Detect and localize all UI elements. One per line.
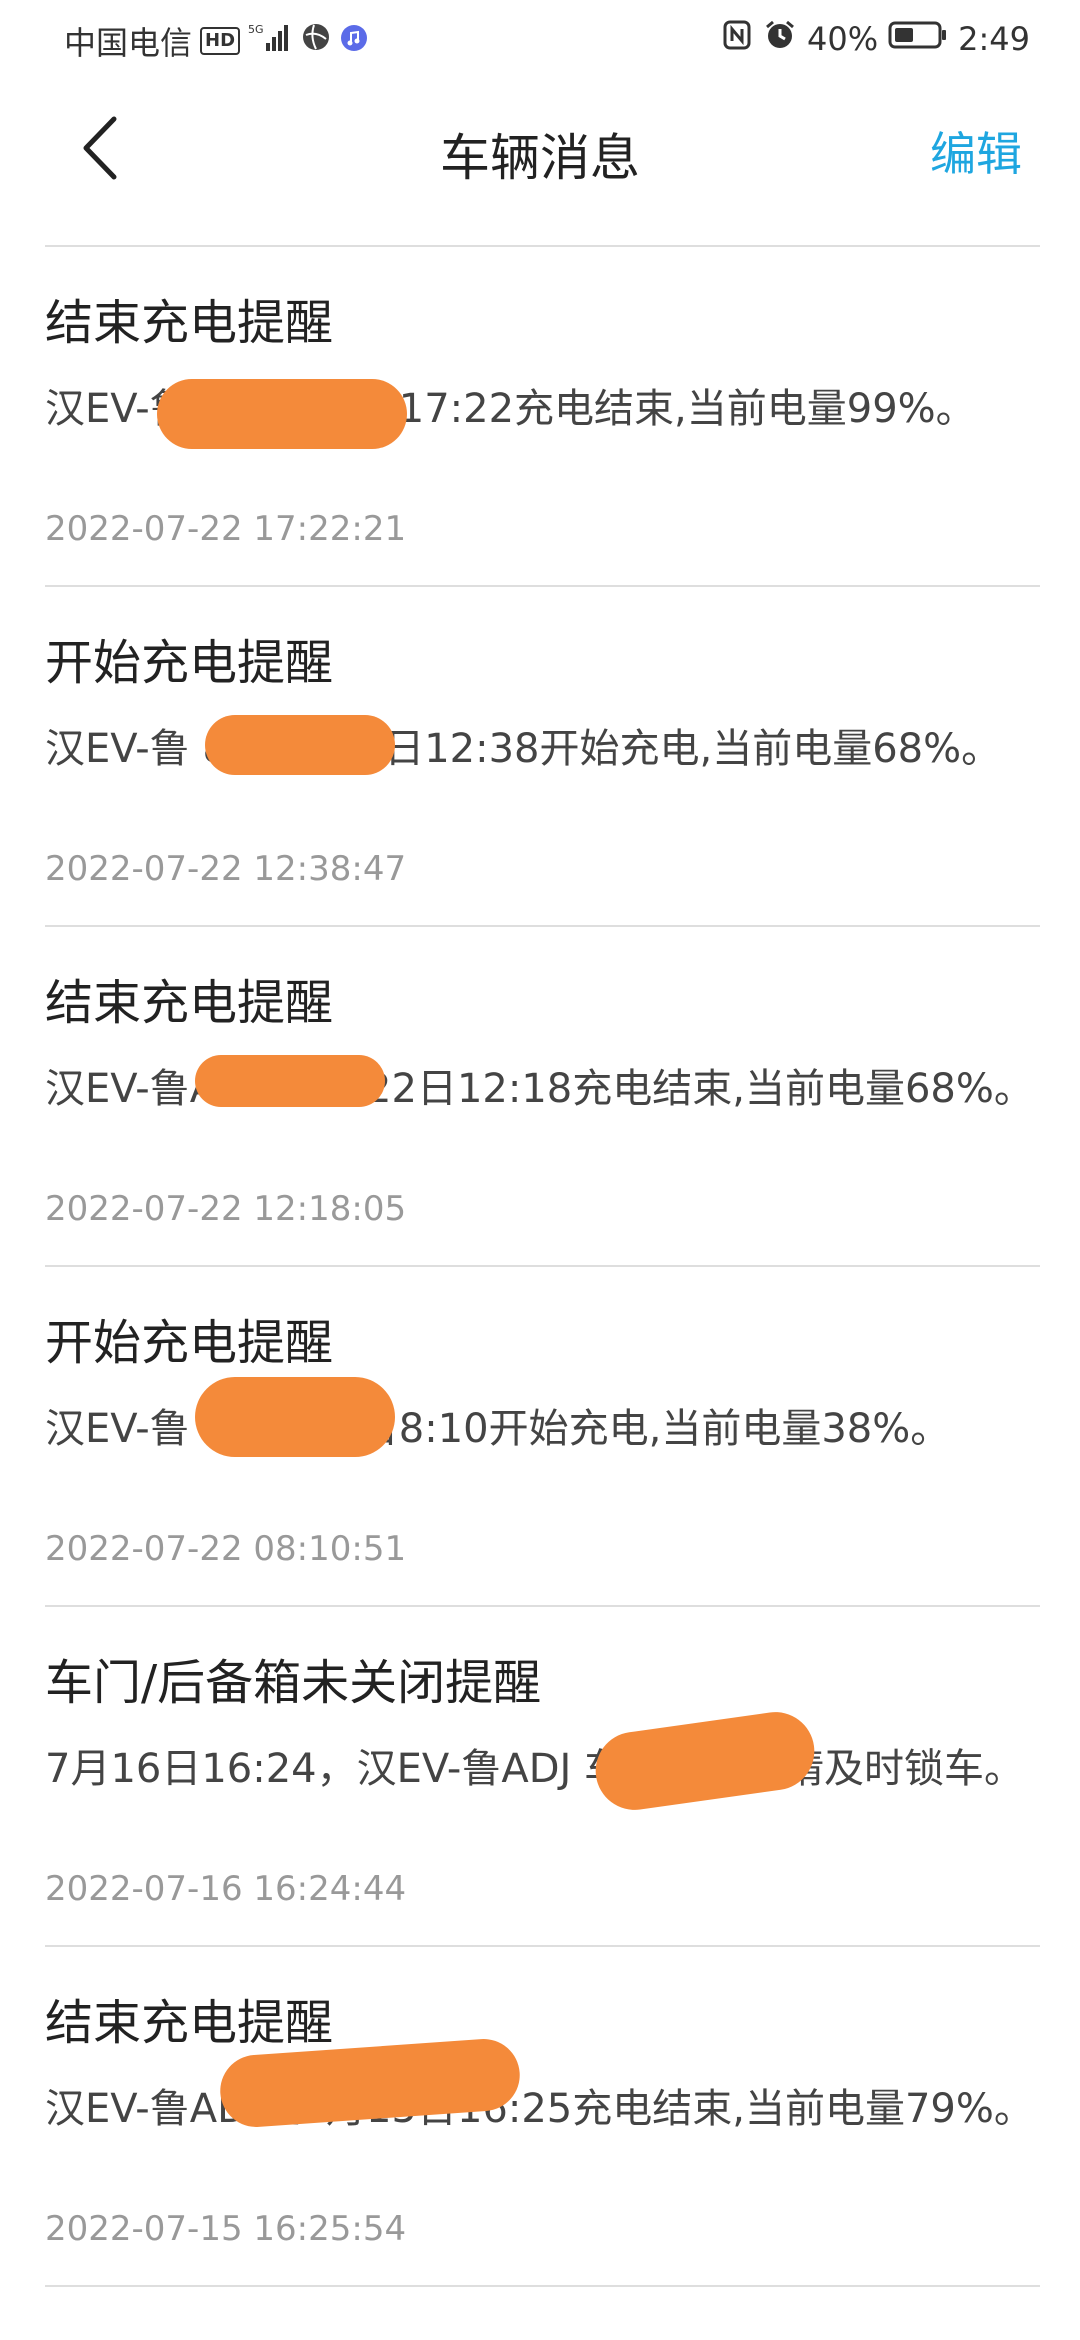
message-item[interactable]: 结束充电提醒 汉EV-鲁AD 在7月22日12:18充电结束,当前电量68%。 …: [45, 925, 1040, 1265]
redaction-mark: [205, 715, 395, 775]
list-divider: [45, 2285, 1040, 2287]
message-time: 2022-07-22 17:22:21: [45, 509, 407, 549]
signal-icon: 5G: [248, 21, 292, 61]
status-bar: 中国电信 HD 5G 40% 2:49: [0, 0, 1080, 80]
message-title: 结束充电提醒: [45, 1995, 334, 2051]
nfc-icon: [723, 19, 753, 59]
message-title: 结束充电提醒: [45, 295, 334, 351]
message-body: 汉EV-鲁AD 在7月22日12:18充电结束,当前电量68%。: [45, 1066, 1034, 1112]
battery-icon: [888, 20, 948, 58]
globe-icon: [300, 21, 332, 61]
message-time: 2022-07-22 12:18:05: [45, 1189, 407, 1229]
message-title: 结束充电提醒: [45, 975, 334, 1031]
message-time: 2022-07-16 16:24:44: [45, 1869, 407, 1909]
clock-time: 2:49: [958, 20, 1030, 58]
message-body: 7月16日16:24，汉EV-鲁ADJ 车门未锁，请及时锁车。: [45, 1746, 1025, 1792]
message-item[interactable]: 开始充电提醒 汉EV-鲁 8在7月22日12:38开始充电,当前电量68%。 2…: [45, 585, 1040, 925]
message-body: 汉EV-鲁 8在7月22日12:38开始充电,当前电量68%。: [45, 726, 1002, 772]
message-item[interactable]: 开始充电提醒 汉EV-鲁 在7月22日8:10开始充电,当前电量38%。 202…: [45, 1265, 1040, 1605]
hd-badge: HD: [200, 27, 241, 55]
music-app-icon: [340, 22, 368, 60]
page-title: 车辆消息: [440, 129, 640, 187]
message-item[interactable]: 结束充电提醒 汉EV-鲁AD 在7月15日16:25充电结束,当前电量79%。 …: [45, 1945, 1040, 2285]
carrier-label: 中国电信: [64, 24, 193, 62]
message-title: 车门/后备箱未关闭提醒: [45, 1655, 542, 1711]
message-item[interactable]: 车门/后备箱未关闭提醒 7月16日16:24，汉EV-鲁ADJ 车门未锁，请及时…: [45, 1605, 1040, 1945]
redaction-mark: [590, 1707, 820, 1815]
redaction-mark: [195, 1055, 385, 1107]
nav-bar: 车辆消息 编辑: [0, 90, 1080, 210]
message-item[interactable]: 结束充电提醒 汉EV-鲁 在7月22日17:22充电结束,当前电量99%。 20…: [45, 245, 1040, 585]
status-bar-right: 40% 2:49: [723, 18, 1030, 60]
redaction-mark: [195, 1377, 395, 1457]
message-list: 结束充电提醒 汉EV-鲁 在7月22日17:22充电结束,当前电量99%。 20…: [45, 245, 1040, 2287]
alarm-icon: [763, 18, 797, 60]
message-body: 汉EV-鲁 在7月22日8:10开始充电,当前电量38%。: [45, 1406, 951, 1452]
message-time: 2022-07-15 16:25:54: [45, 2209, 407, 2249]
message-time: 2022-07-22 12:38:47: [45, 849, 407, 889]
network-label: 5G: [248, 23, 264, 36]
battery-percent: 40%: [807, 20, 879, 58]
message-time: 2022-07-22 08:10:51: [45, 1529, 407, 1569]
redaction-mark: [157, 379, 407, 449]
message-title: 开始充电提醒: [45, 1315, 334, 1371]
message-body: 汉EV-鲁AD 在7月15日16:25充电结束,当前电量79%。: [45, 2086, 1034, 2132]
status-bar-left: 中国电信 HD 5G: [64, 18, 368, 64]
edit-button[interactable]: 编辑: [930, 118, 1022, 184]
message-title: 开始充电提醒: [45, 635, 334, 691]
